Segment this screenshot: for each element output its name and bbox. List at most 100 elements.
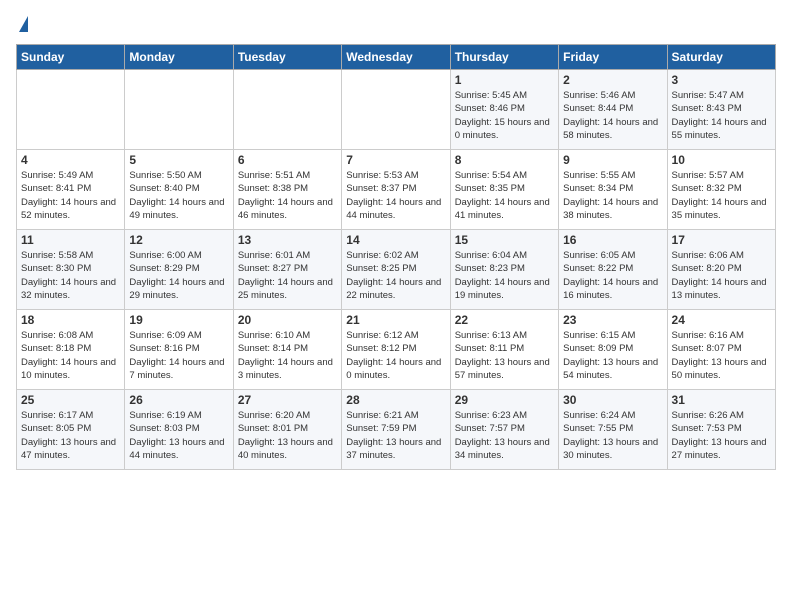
calendar-body: 1Sunrise: 5:45 AMSunset: 8:46 PMDaylight… [17, 70, 776, 470]
sunrise-text: Sunrise: 5:47 AM [672, 90, 744, 101]
day-info: Sunrise: 6:21 AMSunset: 7:59 PMDaylight:… [346, 409, 445, 462]
calendar-week-0: 1Sunrise: 5:45 AMSunset: 8:46 PMDaylight… [17, 70, 776, 150]
sunrise-text: Sunrise: 6:12 AM [346, 330, 418, 341]
day-number: 5 [129, 153, 228, 167]
calendar-cell: 2 Sunrise: 5:46 AM Sunset: 8:44 PM Daylight… [559, 70, 667, 150]
daylight-text: Daylight: 14 hours and 35 minutes. [672, 197, 767, 221]
sunset-text: Sunset: 8:05 PM [21, 423, 91, 434]
sunrise-text: Sunrise: 5:50 AM [129, 170, 201, 181]
calendar-cell: 18Sunrise: 6:08 AMSunset: 8:18 PMDayligh… [17, 310, 125, 390]
calendar-header-wednesday: Wednesday [342, 45, 450, 70]
day-number: 4 [21, 153, 120, 167]
day-info: Sunrise: 6:17 AM Sunset: 8:05 PM Daylight:… [21, 409, 120, 462]
day-info: Sunrise: 6:04 AMSunset: 8:23 PMDaylight:… [455, 249, 554, 302]
sunset-text: Sunset: 8:34 PM [563, 183, 633, 194]
daylight-text: Daylight: 14 hours and 13 minutes. [672, 277, 767, 301]
calendar-cell: 5Sunrise: 5:50 AMSunset: 8:40 PMDaylight… [125, 150, 233, 230]
day-info: Sunrise: 6:09 AMSunset: 8:16 PMDaylight:… [129, 329, 228, 382]
sunset-text: Sunset: 7:53 PM [672, 423, 742, 434]
sunrise-text: Sunrise: 5:54 AM [455, 170, 527, 181]
sunset-text: Sunset: 8:29 PM [129, 263, 199, 274]
sunrise-text: Sunrise: 5:45 AM [455, 90, 527, 101]
daylight-text: Daylight: 13 hours and 47 minutes. [21, 437, 116, 461]
day-info: Sunrise: 6:02 AMSunset: 8:25 PMDaylight:… [346, 249, 445, 302]
calendar-cell: 27Sunrise: 6:20 AMSunset: 8:01 PMDayligh… [233, 390, 341, 470]
sunset-text: Sunset: 8:44 PM [563, 103, 633, 114]
sunset-text: Sunset: 8:27 PM [238, 263, 308, 274]
sunset-text: Sunset: 8:20 PM [672, 263, 742, 274]
calendar-cell: 12 Sunrise: 6:00 AMSunset: 8:29 PMDayligh… [125, 230, 233, 310]
sunset-text: Sunset: 8:30 PM [21, 263, 91, 274]
day-info: Sunrise: 6:08 AMSunset: 8:18 PMDaylight:… [21, 329, 120, 382]
daylight-text: Daylight: 14 hours and 3 minutes. [238, 357, 333, 381]
day-number: 31 [672, 393, 771, 407]
sunrise-text: Sunrise: 6:26 AM [672, 410, 744, 421]
calendar-cell: 7Sunrise: 5:53 AMSunset: 8:37 PMDaylight… [342, 150, 450, 230]
calendar-cell [17, 70, 125, 150]
logo-triangle-icon [19, 16, 28, 32]
calendar-cell: 8 Sunrise: 5:54 AMSunset: 8:35 PMDaylight… [450, 150, 558, 230]
daylight-text: Daylight: 13 hours and 54 minutes. [563, 357, 658, 381]
sunrise-text: Sunrise: 6:04 AM [455, 250, 527, 261]
sunrise-text: Sunrise: 6:06 AM [672, 250, 744, 261]
day-info: Sunrise: 6:01 AMSunset: 8:27 PMDaylight:… [238, 249, 337, 302]
day-number: 22 [455, 313, 554, 327]
sunset-text: Sunset: 8:16 PM [129, 343, 199, 354]
daylight-text: Daylight: 13 hours and 34 minutes. [455, 437, 550, 461]
day-number: 8 [455, 153, 554, 167]
day-info: Sunrise: 5:54 AMSunset: 8:35 PMDaylight:… [455, 169, 554, 222]
day-number: 11 [21, 233, 120, 247]
calendar-cell: 30Sunrise: 6:24 AMSunset: 7:55 PMDayligh… [559, 390, 667, 470]
sunrise-text: Sunrise: 5:57 AM [672, 170, 744, 181]
daylight-text: Daylight: 14 hours and 7 minutes. [129, 357, 224, 381]
day-number: 12 [129, 233, 228, 247]
daylight-text: Daylight: 14 hours and 58 minutes. [563, 117, 658, 141]
calendar-cell: 21Sunrise: 6:12 AMSunset: 8:12 PMDayligh… [342, 310, 450, 390]
day-info: Sunrise: 5:58 AMSunset: 8:30 PMDaylight:… [21, 249, 120, 302]
calendar-cell: 31Sunrise: 6:26 AMSunset: 7:53 PMDayligh… [667, 390, 775, 470]
day-number: 2 [563, 73, 662, 87]
day-number: 16 [563, 233, 662, 247]
sunset-text: Sunset: 8:38 PM [238, 183, 308, 194]
sunrise-text: Sunrise: 5:46 AM [563, 90, 635, 101]
day-number: 19 [129, 313, 228, 327]
sunset-text: Sunset: 8:01 PM [238, 423, 308, 434]
calendar-header-friday: Friday [559, 45, 667, 70]
calendar-week-2: 11 Sunrise: 5:58 AMSunset: 8:30 PMDayligh… [17, 230, 776, 310]
sunset-text: Sunset: 8:11 PM [455, 343, 525, 354]
sunrise-text: Sunrise: 6:17 AM [21, 410, 93, 421]
daylight-text: Daylight: 14 hours and 32 minutes. [21, 277, 116, 301]
sunset-text: Sunset: 8:22 PM [563, 263, 633, 274]
sunrise-text: Sunrise: 6:23 AM [455, 410, 527, 421]
day-info: Sunrise: 5:45 AMSunset: 8:46 PMDaylight:… [455, 89, 554, 142]
daylight-text: Daylight: 13 hours and 30 minutes. [563, 437, 658, 461]
daylight-text: Daylight: 14 hours and 44 minutes. [346, 197, 441, 221]
page-header [16, 16, 776, 32]
sunset-text: Sunset: 8:37 PM [346, 183, 416, 194]
day-number: 13 [238, 233, 337, 247]
sunset-text: Sunset: 8:25 PM [346, 263, 416, 274]
sunset-text: Sunset: 7:55 PM [563, 423, 633, 434]
day-number: 29 [455, 393, 554, 407]
day-number: 20 [238, 313, 337, 327]
day-info: Sunrise: 6:05 AMSunset: 8:22 PMDaylight:… [563, 249, 662, 302]
sunset-text: Sunset: 8:03 PM [129, 423, 199, 434]
daylight-text: Daylight: 14 hours and 25 minutes. [238, 277, 333, 301]
sunrise-text: Sunrise: 6:20 AM [238, 410, 310, 421]
daylight-text: Daylight: 15 hours and 0 minutes. [455, 117, 550, 141]
day-info: Sunrise: 6:23 AMSunset: 7:57 PMDaylight:… [455, 409, 554, 462]
calendar-cell: 4Sunrise: 5:49 AMSunset: 8:41 PMDaylight… [17, 150, 125, 230]
sunset-text: Sunset: 8:32 PM [672, 183, 742, 194]
calendar-cell: 10Sunrise: 5:57 AMSunset: 8:32 PMDayligh… [667, 150, 775, 230]
calendar-cell: 11 Sunrise: 5:58 AMSunset: 8:30 PMDayligh… [17, 230, 125, 310]
day-info: Sunrise: 5:46 AM Sunset: 8:44 PM Daylight:… [563, 89, 662, 142]
calendar-cell: 15Sunrise: 6:04 AMSunset: 8:23 PMDayligh… [450, 230, 558, 310]
day-number: 25 [21, 393, 120, 407]
sunrise-text: Sunrise: 6:08 AM [21, 330, 93, 341]
calendar-cell: 19 Sunrise: 6:09 AMSunset: 8:16 PMDayligh… [125, 310, 233, 390]
daylight-text: Daylight: 14 hours and 22 minutes. [346, 277, 441, 301]
calendar-header-monday: Monday [125, 45, 233, 70]
day-info: Sunrise: 6:00 AMSunset: 8:29 PMDaylight:… [129, 249, 228, 302]
sunrise-text: Sunrise: 6:05 AM [563, 250, 635, 261]
day-number: 14 [346, 233, 445, 247]
